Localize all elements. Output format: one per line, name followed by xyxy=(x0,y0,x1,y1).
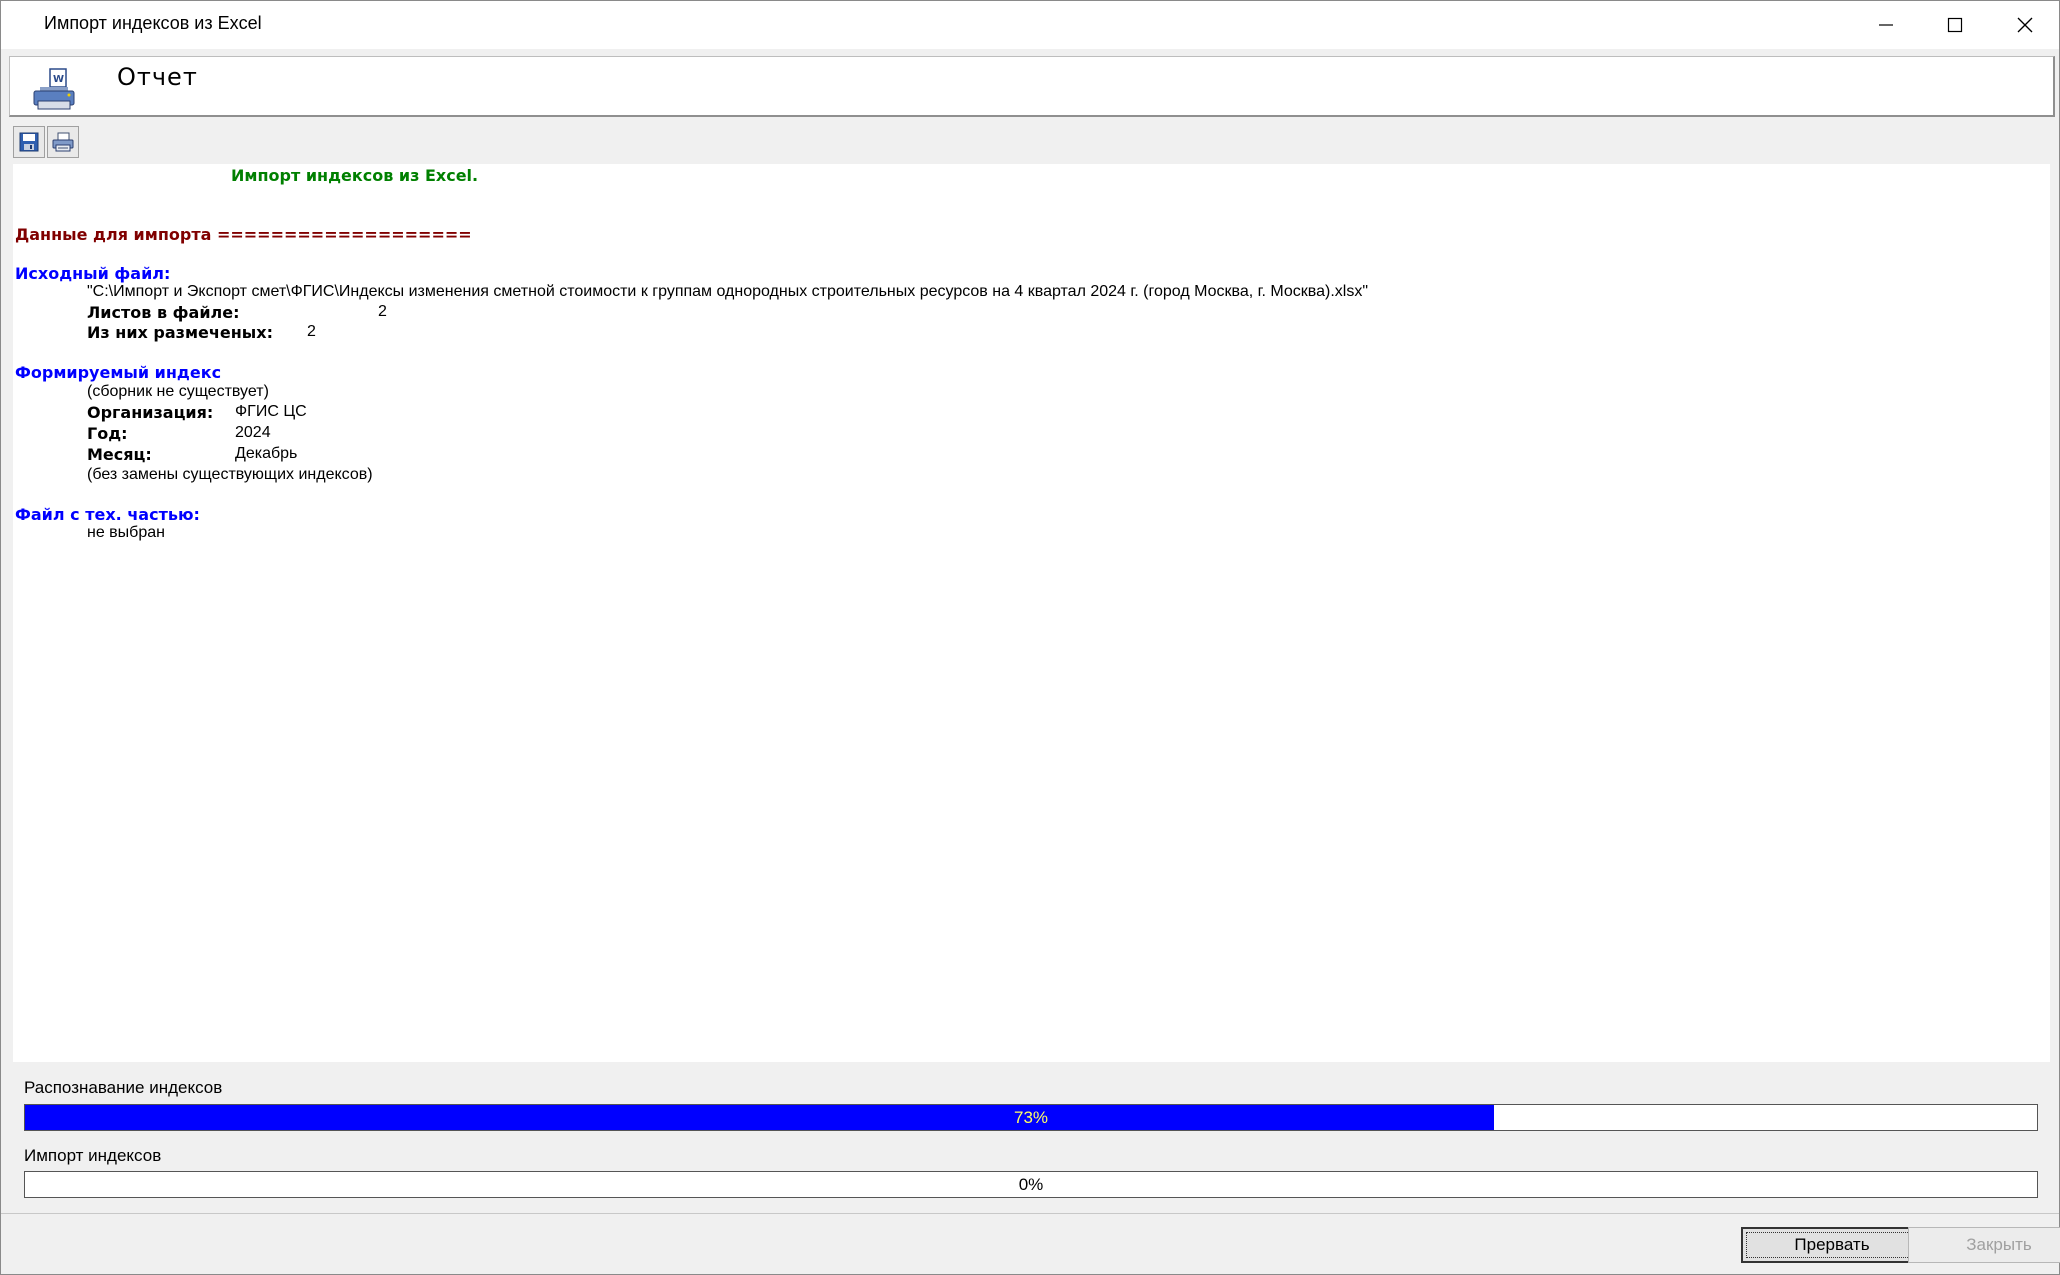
report-content: Импорт индексов из Excel. Данные для имп… xyxy=(13,164,2050,1062)
save-button[interactable] xyxy=(13,126,45,158)
abort-button-label: Прервать xyxy=(1794,1235,1870,1254)
minimize-button[interactable] xyxy=(1852,1,1920,49)
replace-note: (без замены существующих индексов) xyxy=(87,466,373,483)
tech-file-label: Файл с тех. частью: xyxy=(15,505,200,524)
footer-separator xyxy=(1,1213,2059,1214)
source-file-label: Исходный файл: xyxy=(15,264,171,283)
recognition-progress-label: Распознавание индексов xyxy=(24,1078,223,1097)
section-import-data: Данные для импорта =================== xyxy=(15,225,472,244)
title-bar[interactable]: Импорт индексов из Excel xyxy=(1,1,2059,49)
report-toolbar xyxy=(13,126,79,160)
save-icon xyxy=(19,132,39,152)
report-header: W Отчет xyxy=(9,56,2055,117)
report-heading: Импорт индексов из Excel. xyxy=(231,166,479,185)
index-label: Формируемый индекс xyxy=(15,363,222,382)
sheets-label: Листов в файле: xyxy=(87,303,240,322)
index-note: (сборник не существует) xyxy=(87,383,269,400)
import-dialog-window: Импорт индексов из Excel W Отчет Импорт … xyxy=(0,0,2060,1275)
report-title: Отчет xyxy=(117,63,198,91)
printer-report-icon: W xyxy=(33,68,75,110)
svg-text:W: W xyxy=(53,74,64,85)
recognition-progress-text: 73% xyxy=(1013,1107,1049,1127)
month-value: Декабрь xyxy=(235,445,298,462)
print-button[interactable] xyxy=(47,126,79,158)
abort-button[interactable]: Прервать xyxy=(1741,1227,1923,1263)
maximize-icon xyxy=(1947,17,1963,33)
tech-file-value: не выбран xyxy=(87,524,165,541)
sheets-value: 2 xyxy=(378,303,387,320)
year-value: 2024 xyxy=(235,424,271,441)
org-label: Организация: xyxy=(87,403,214,422)
marked-value: 2 xyxy=(307,323,316,340)
import-progress-label: Импорт индексов xyxy=(24,1146,162,1165)
source-file-path: "C:\Импорт и Экспорт смет\ФГИС\Индексы и… xyxy=(87,283,1369,300)
close-window-button[interactable] xyxy=(1991,1,2059,49)
org-value: ФГИС ЦС xyxy=(235,403,307,420)
window-title: Импорт индексов из Excel xyxy=(44,13,262,33)
import-progress-bar: 0% xyxy=(24,1171,2038,1198)
close-button-label: Закрыть xyxy=(1966,1235,2032,1254)
import-progress-text: 0% xyxy=(1018,1174,1044,1194)
recognition-progress-bar: 73% xyxy=(24,1104,2038,1131)
close-icon xyxy=(2017,17,2033,33)
month-label: Месяц: xyxy=(87,445,152,464)
year-label: Год: xyxy=(87,424,128,443)
maximize-button[interactable] xyxy=(1921,1,1989,49)
marked-label: Из них размеченых: xyxy=(87,323,273,342)
minimize-icon xyxy=(1879,24,1893,26)
close-button[interactable]: Закрыть xyxy=(1908,1227,2060,1263)
print-icon xyxy=(52,132,74,152)
